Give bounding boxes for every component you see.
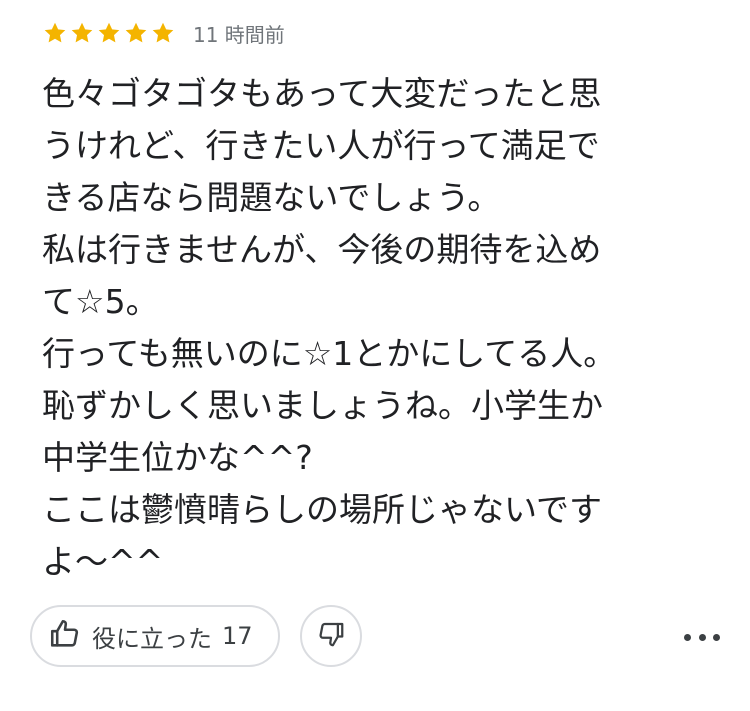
review-line: 恥ずかしく思いましょうね。小学生か (42, 386, 603, 425)
more-dot (713, 633, 720, 641)
star-icon (150, 20, 176, 46)
more-horizontal-icon (684, 633, 691, 641)
review-line: きる店なら問題ないでしょう。 (42, 178, 501, 217)
review-line: 私は行きませんが、今後の期待を込め (42, 230, 602, 269)
more-dot (698, 633, 706, 641)
thumbs-up-icon (48, 617, 82, 655)
helpful-label: 役に立った (92, 624, 212, 653)
unhelpful-button[interactable] (300, 605, 362, 667)
star-rating (42, 20, 177, 46)
review-header: 11 時間前 (42, 18, 285, 48)
helpful-button[interactable]: 役に立った 17 (30, 605, 280, 667)
thumbs-down-icon (316, 619, 346, 653)
review-line: よ〜^^ (42, 542, 164, 581)
review-actions: 役に立った 17 (30, 605, 730, 669)
star-icon (69, 20, 95, 46)
review-text: 色々ゴタゴタもあって大変だったと思 うけれど、行きたい人が行って満足で きる店な… (42, 68, 722, 588)
star-icon (96, 20, 122, 46)
review-line: ここは鬱憤晴らしの場所じゃないです (42, 490, 603, 529)
review-time: 11 時間前 (193, 22, 285, 47)
review-line: て☆5。 (42, 282, 159, 321)
helpful-count: 17 (222, 622, 253, 650)
review-line: 色々ゴタゴタもあって大変だったと思 (42, 74, 602, 113)
more-options-button[interactable] (684, 623, 720, 651)
review-line: うけれど、行きたい人が行って満足で (42, 126, 600, 165)
review-line: 行っても無いのに☆1とかにしてる人。 (42, 334, 617, 373)
review-line: 中学生位かな^^? (42, 438, 313, 477)
star-icon (42, 20, 68, 46)
star-icon (123, 20, 149, 46)
review-card: 11 時間前 色々ゴタゴタもあって大変だったと思 うけれど、行きたい人が行って満… (0, 0, 750, 711)
